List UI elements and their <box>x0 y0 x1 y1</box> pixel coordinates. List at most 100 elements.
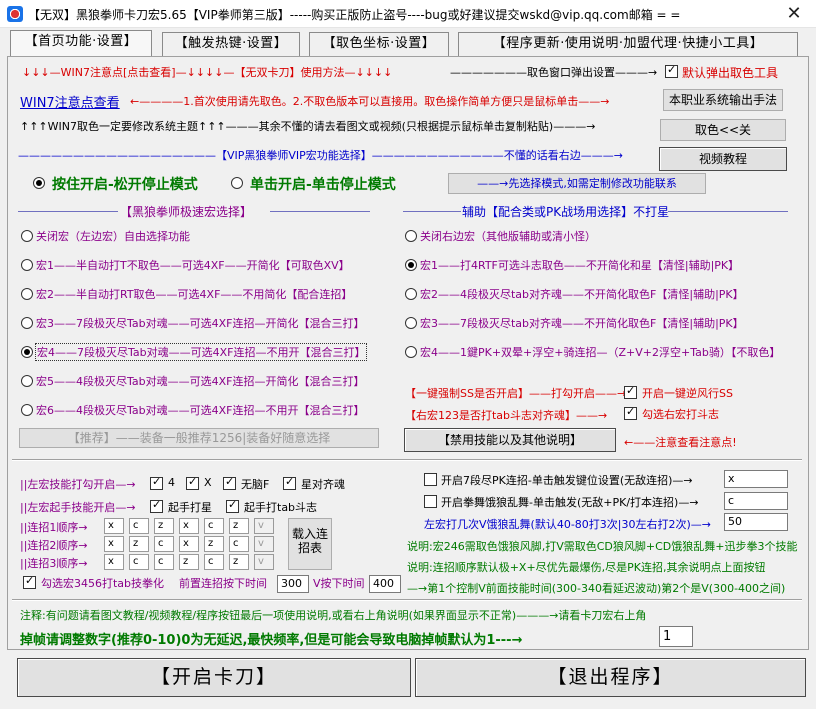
note-line-3: —→第1个控制V前面技能时间(300-340看延迟波动)第2个是V(300-40… <box>407 582 786 595</box>
delay-input[interactable]: 300 <box>277 575 309 593</box>
times-label: 左宏打几次V饿狼乱舞(默认40-80打3次|30左右打2次)—→ <box>424 518 711 531</box>
frame-input[interactable]: 1 <box>659 626 693 647</box>
mode-hold-radio[interactable] <box>33 177 45 189</box>
macro3456-label: 勾选宏3456打tab技拳化 <box>41 577 165 590</box>
left-macro-radio-0[interactable] <box>21 230 33 242</box>
right-header-line <box>403 211 461 212</box>
combo-key-0-3[interactable]: x <box>179 518 199 534</box>
left-macro-label-6: 宏6——4段极灭尽Tab对魂——可选4XF连招—不用开【混合三打】 <box>36 404 365 417</box>
macro3456-checkbox[interactable] <box>23 574 36 589</box>
vip-selection-line: ——————————————————【VIP黑狼拳师VIP宏功能选择】—————… <box>18 149 624 162</box>
delay-label: 前置连招按下时间 <box>179 577 267 590</box>
left-macro-label-3: 宏3——7段极灭尽Tab对魂——可选4XF连招—开简化【混合三打】 <box>36 317 365 330</box>
v-press-input[interactable]: 400 <box>369 575 401 593</box>
combo-key-2-2[interactable]: c <box>154 554 174 570</box>
combo-key-1-4[interactable]: z <box>204 536 224 552</box>
recommend-button[interactable]: 【推荐】——装备一般推荐1256|装备好随意选择 <box>19 428 379 448</box>
win7-link[interactable]: WIN7注意点查看 <box>20 92 120 111</box>
exit-button[interactable]: 【退出程序】 <box>415 658 806 697</box>
start-check-star-label: 起手打星 <box>168 501 212 514</box>
times-input[interactable]: 50 <box>724 513 788 531</box>
fist-dance-input[interactable]: c <box>724 492 788 510</box>
left-header-line <box>18 211 118 212</box>
left-macro-radio-2[interactable] <box>21 288 33 300</box>
left-macro-radio-6[interactable] <box>21 404 33 416</box>
combo-key-0-4[interactable]: c <box>204 518 224 534</box>
mode-click-label: 单击开启-单击停止模式 <box>250 177 396 193</box>
right-macro-header: 辅助【配合类或PK战场用选择】不打星 <box>462 205 670 219</box>
left-macro-header: 【黑狼拳师极速宏选择】 <box>120 205 253 219</box>
hit-check-f[interactable] <box>223 475 236 490</box>
default-picker-checkbox[interactable] <box>665 63 678 78</box>
pk-combo-input[interactable]: x <box>724 470 788 488</box>
tab-hotkey-settings[interactable]: 【触发热键·设置】 <box>162 32 300 56</box>
left-macro-label-0: 关闭宏（左边宏）自由选择功能 <box>36 230 190 243</box>
window-title: 【无双】黑狼拳师卡刀宏5.65【VIP拳师第三版】-----购买正版防止盗号--… <box>28 8 681 22</box>
hit-check-x[interactable] <box>186 475 199 490</box>
right-macro-label-3: 宏3——7段极灭尽tab对齐魂——不开简化取色F【清怪|辅助|PK】 <box>420 317 744 330</box>
combo-key-2-6[interactable]: v <box>254 554 274 570</box>
left-macro-radio-3[interactable] <box>21 317 33 329</box>
title-bar: 【无双】黑狼拳师卡刀宏5.65【VIP拳师第三版】-----购买正版防止盗号--… <box>0 0 816 28</box>
left-macro-radio-1[interactable] <box>21 259 33 271</box>
combo-key-1-5[interactable]: c <box>229 536 249 552</box>
first-use-note: ←————1.首次使用请先取色。2.不取色版本可以直接用。取色操作简单方便只是鼠… <box>130 95 610 108</box>
combo-key-2-3[interactable]: z <box>179 554 199 570</box>
combo-key-2-5[interactable]: z <box>229 554 249 570</box>
fist-dance-checkbox[interactable] <box>424 495 437 508</box>
hit-check-star[interactable] <box>283 475 296 490</box>
start-check-star[interactable] <box>150 498 163 513</box>
job-output-button[interactable]: 本职业系统输出手法 <box>663 89 783 111</box>
left-macro-radio-5[interactable] <box>21 375 33 387</box>
right-macro-label-4: 宏4——1鍵PK+双晕+浮空+骑连招—（Z+V+2浮空+Tab骑）【不取色】 <box>420 346 781 359</box>
left-macro-label-2: 宏2——半自动打RT取色——可选4XF——不用简化【配合连招】 <box>36 288 353 301</box>
combo-key-0-6[interactable]: v <box>254 518 274 534</box>
mode-hint-button[interactable]: ——→先选择模式,如需定制修改功能联系 <box>448 173 706 194</box>
start-check-tab[interactable] <box>226 498 239 513</box>
right-macro-radio-4[interactable] <box>405 346 417 358</box>
combo-key-1-2[interactable]: c <box>154 536 174 552</box>
right-macro-radio-3[interactable] <box>405 317 417 329</box>
right-macro-radio-0[interactable] <box>405 230 417 242</box>
force-ss-checkbox[interactable] <box>624 384 637 399</box>
frame-adjust-label: 掉帧请调整数字(推荐0-10)0为无延迟,最快频率,但是可能会导致电脑掉帧默认为… <box>20 633 523 648</box>
tab-update-help[interactable]: 【程序更新·使用说明·加盟代理·快捷小工具】 <box>458 32 798 56</box>
picker-popup-label: ———————取色窗口弹出设置———→ <box>450 66 658 79</box>
combo-key-0-1[interactable]: c <box>129 518 149 534</box>
video-tutorial-button[interactable]: 视频教程 <box>659 147 787 171</box>
right123-checkbox[interactable] <box>624 405 637 420</box>
force-ss-check-label: 开启一键逆风行SS <box>642 387 733 400</box>
tab-home-settings[interactable]: 【首页功能·设置】 <box>10 30 152 57</box>
right-macro-label-2: 宏2——4段极灭尽tab对齐魂——不开简化取色F【清怪|辅助|PK】 <box>420 288 744 301</box>
combo-key-1-6[interactable]: v <box>254 536 274 552</box>
right-macro-radio-1[interactable] <box>405 259 417 271</box>
combo-key-1-0[interactable]: x <box>104 536 124 552</box>
combo-key-0-5[interactable]: z <box>229 518 249 534</box>
combo-key-2-0[interactable]: x <box>104 554 124 570</box>
start-button[interactable]: 【开启卡刀】 <box>17 658 411 697</box>
combo-key-2-4[interactable]: c <box>204 554 224 570</box>
pk-combo-checkbox[interactable] <box>424 473 437 486</box>
mode-click-radio[interactable] <box>231 177 243 189</box>
combo-key-2-1[interactable]: c <box>129 554 149 570</box>
combo-key-1-3[interactable]: x <box>179 536 199 552</box>
combo-key-0-2[interactable]: z <box>154 518 174 534</box>
start-check-tab-label: 起手打tab斗志 <box>244 501 318 514</box>
left-macro-radio-4[interactable] <box>21 346 33 358</box>
app-icon <box>7 6 23 22</box>
close-icon[interactable]: ✕ <box>772 0 816 28</box>
left-start-label: ||左宏起手技能开启—→ <box>20 501 136 514</box>
v-press-label: V按下时间 <box>313 577 365 590</box>
combo-key-1-1[interactable]: z <box>129 536 149 552</box>
load-combo-button[interactable]: 载入连招表 <box>288 518 332 570</box>
hit-check-star-label: 星对齐魂 <box>301 478 345 491</box>
right-header-line-right <box>668 211 788 212</box>
right-macro-radio-2[interactable] <box>405 288 417 300</box>
ban-skills-button[interactable]: 【禁用技能以及其他说明】 <box>404 428 616 452</box>
left-header-line-right <box>270 211 370 212</box>
tab-color-coordinate[interactable]: 【取色坐标·设置】 <box>309 32 449 56</box>
mode-hold-label: 按住开启-松开停止模式 <box>52 177 198 193</box>
combo-key-0-0[interactable]: x <box>104 518 124 534</box>
hit-check-4[interactable] <box>150 475 163 490</box>
pick-color-button[interactable]: 取色<<关 <box>660 119 786 141</box>
